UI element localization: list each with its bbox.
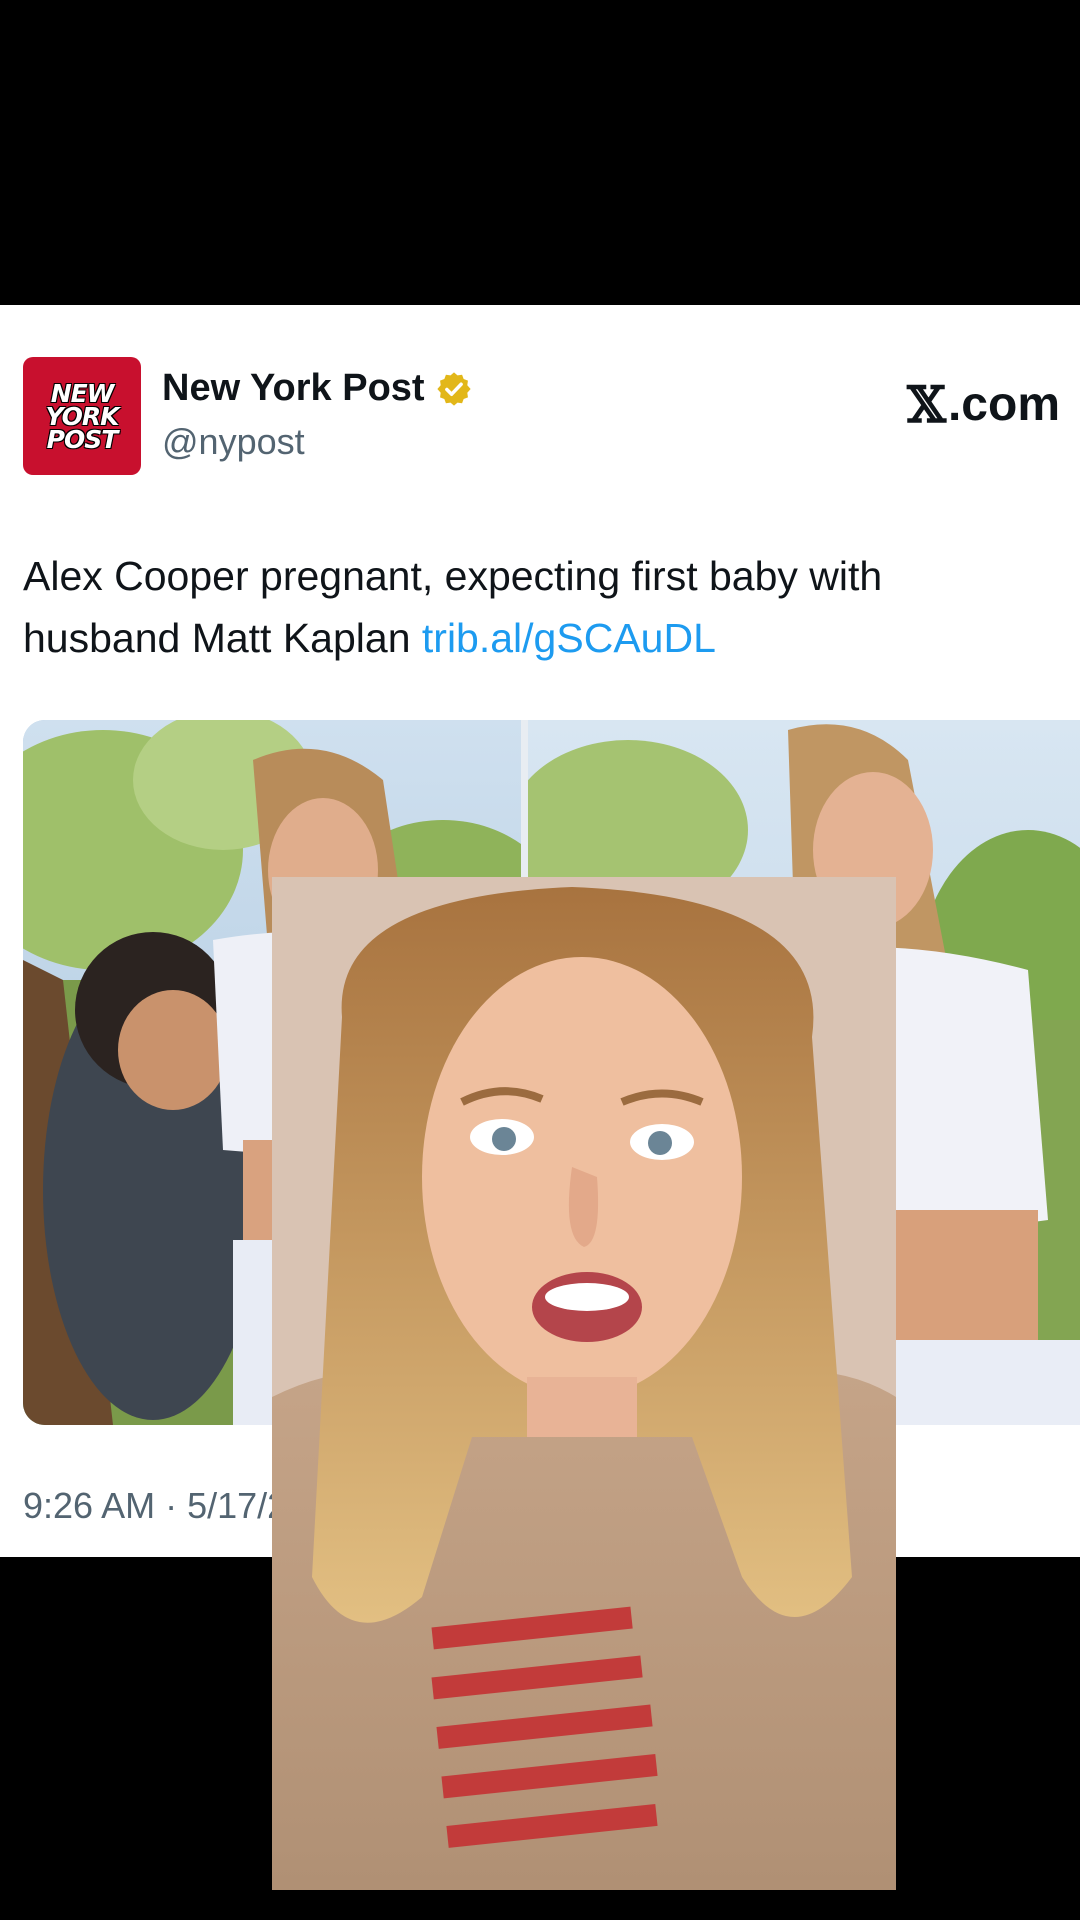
display-name[interactable]: New York Post bbox=[162, 367, 425, 410]
tweet-timestamp[interactable]: 9:26 AM · 5/17/2 bbox=[23, 1485, 287, 1527]
avatar-text-line-3: POST bbox=[46, 424, 119, 454]
site-label-text: .com bbox=[947, 378, 1060, 431]
handle[interactable]: @nypost bbox=[162, 421, 305, 463]
verified-badge-icon bbox=[436, 371, 471, 406]
avatar[interactable]: NEW YORK POST bbox=[23, 357, 141, 475]
display-name-row[interactable]: New York Post bbox=[162, 367, 473, 410]
creator-video-overlay bbox=[272, 877, 896, 1890]
x-logo-icon: 𝕏 bbox=[907, 375, 946, 434]
site-label: 𝕏 .com bbox=[907, 375, 1060, 434]
tweet-text: Alex Cooper pregnant, expecting first ba… bbox=[23, 545, 1043, 669]
tweet-link[interactable]: trib.al/gSCAuDL bbox=[422, 615, 716, 661]
